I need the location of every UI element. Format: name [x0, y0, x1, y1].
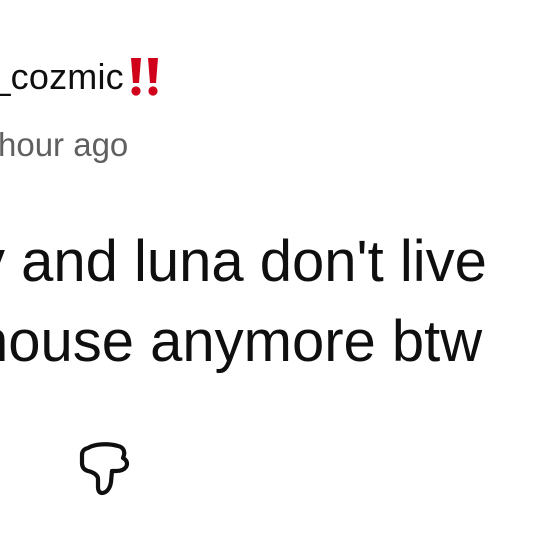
comment-header: na_cozmic [0, 55, 162, 99]
dislike-button[interactable] [76, 436, 138, 500]
comment: na_cozmic hour ago y and luna don't live… [0, 0, 560, 560]
comment-body-line: y and luna don't live [0, 229, 487, 294]
double-exclamation-icon [128, 55, 162, 99]
username[interactable]: na_cozmic [0, 56, 124, 98]
comment-body-line: house anymore btw [0, 309, 483, 374]
page: na_cozmic hour ago y and luna don't live… [0, 0, 560, 560]
thumbs-down-icon [79, 442, 130, 496]
comment-timestamp: hour ago [0, 126, 129, 163]
comment-body: y and luna don't live house anymore btw [0, 222, 487, 382]
comment-actions [76, 436, 138, 500]
double-exclamation-svg [130, 58, 158, 96]
